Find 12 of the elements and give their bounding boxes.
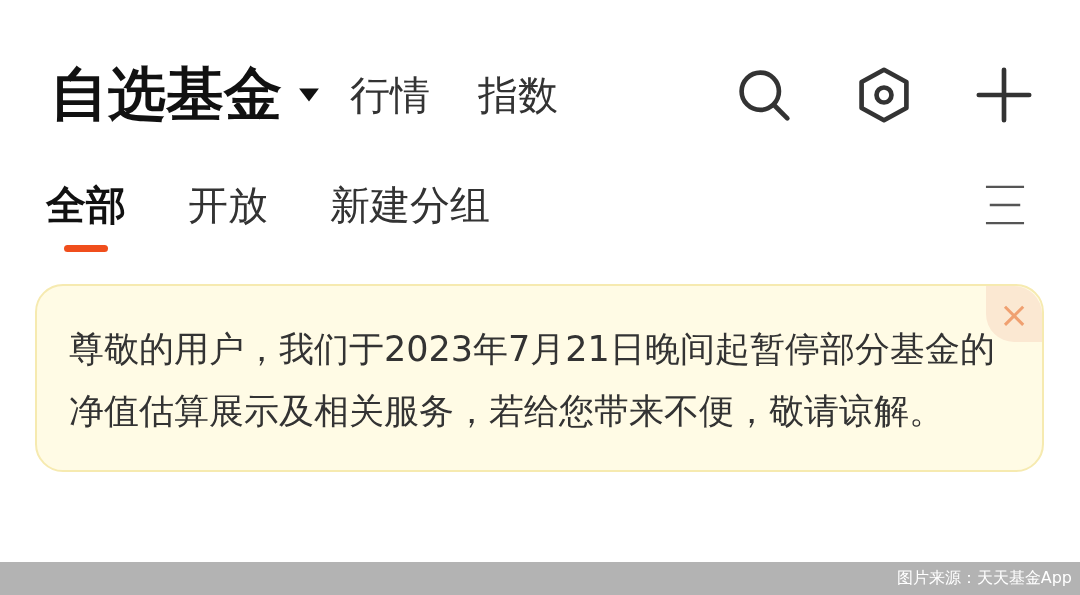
image-credit: 图片来源：天天基金App [896,568,1072,589]
nav-link[interactable]: 指数 [478,67,558,123]
tab[interactable]: 开放 [188,160,268,250]
add-icon[interactable] [976,67,1032,123]
dropdown-caret-icon[interactable] [298,87,320,103]
search-icon[interactable] [736,67,792,123]
settings-icon[interactable] [856,67,912,123]
tab[interactable]: 新建分组 [330,160,490,250]
tab[interactable]: 全部 [46,160,126,250]
page-title[interactable]: 自选基金 [50,56,282,134]
menu-icon[interactable] [984,185,1026,225]
nav-link[interactable]: 行情 [350,67,430,123]
